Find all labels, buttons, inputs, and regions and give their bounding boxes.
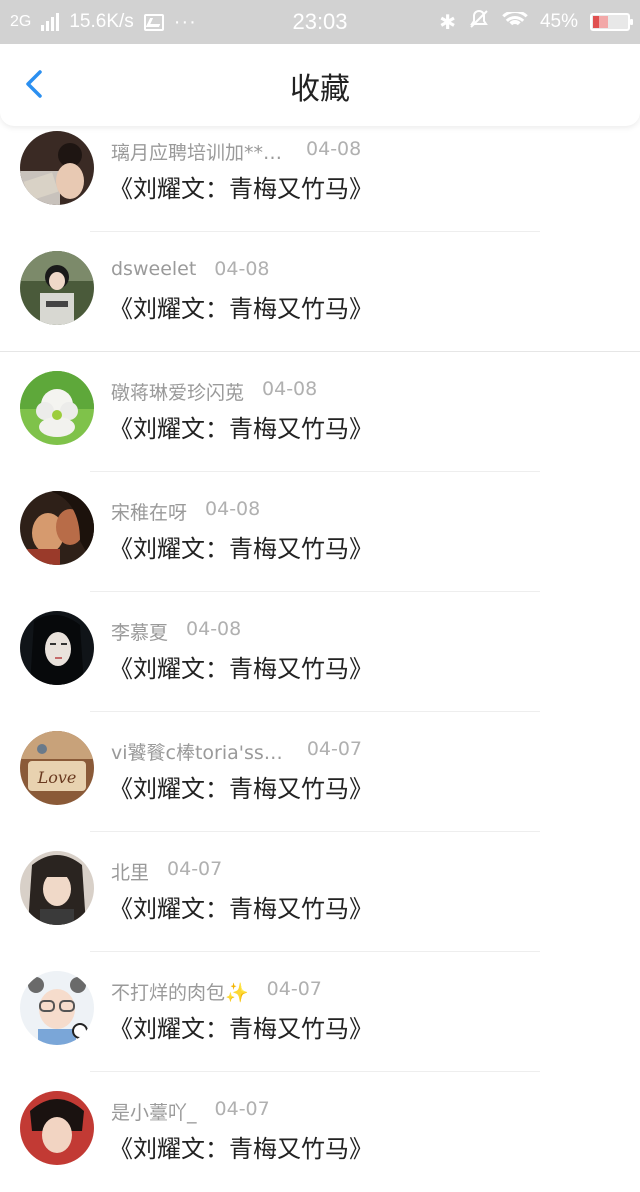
user-name[interactable]: 是小薹吖_ xyxy=(111,1098,197,1125)
avatar[interactable] xyxy=(20,851,94,925)
user-name[interactable]: 礅蒋琳爱珍闪莵 xyxy=(111,378,244,405)
favorite-date: 04-08 xyxy=(306,138,362,160)
favorite-title[interactable]: 《刘耀文：青梅又竹马》 xyxy=(109,889,373,924)
favorite-title[interactable]: 《刘耀文：青梅又竹马》 xyxy=(109,169,373,204)
list-item[interactable]: 璃月应聘培训加**… 04-08 《刘耀文：青梅又竹马》 xyxy=(0,112,640,232)
wifi-icon xyxy=(501,12,528,32)
favorite-title[interactable]: 《刘耀文：青梅又竹马》 xyxy=(109,1009,373,1044)
favorite-date: 04-07 xyxy=(167,858,223,880)
favorite-date: 04-08 xyxy=(262,378,318,400)
bluetooth-icon: ✱ xyxy=(439,11,456,34)
favorite-title[interactable]: 《刘耀文：青梅又竹马》 xyxy=(109,769,373,804)
battery-icon xyxy=(590,13,633,31)
favorite-title[interactable]: 《刘耀文：青梅又竹马》 xyxy=(109,1129,373,1164)
list-item[interactable]: 礅蒋琳爱珍闪莵 04-08 《刘耀文：青梅又竹马》 xyxy=(0,352,640,472)
favorite-date: 04-07 xyxy=(306,738,363,760)
favorite-date: 04-08 xyxy=(205,498,261,520)
avatar[interactable]: Love xyxy=(20,731,94,805)
user-name[interactable]: 李慕夏 xyxy=(111,618,168,645)
favorite-date: 04-08 xyxy=(214,258,270,280)
avatar[interactable] xyxy=(20,251,94,325)
battery-percent: 45% xyxy=(539,11,578,32)
list-item[interactable]: Love vi饕餮c棒toria'ss… 04-07 《刘耀文：青梅又竹马》 xyxy=(0,712,640,832)
list-item[interactable]: 宋稚在呀 04-08 《刘耀文：青梅又竹马》 xyxy=(0,472,640,592)
header-bar: 收藏 xyxy=(0,44,640,126)
user-name[interactable]: vi饕餮c棒toria'ss… xyxy=(111,738,283,765)
favorite-date: 04-07 xyxy=(266,978,322,1000)
status-bar: 2G 15.6K/s ··· 23:03 ✱ 45% xyxy=(0,0,640,44)
svg-text:Love: Love xyxy=(37,768,77,787)
avatar[interactable] xyxy=(20,971,94,1045)
user-name[interactable]: 璃月应聘培训加**… xyxy=(111,138,282,165)
user-name[interactable]: 不打烊的肉包✨ xyxy=(111,978,249,1005)
avatar[interactable] xyxy=(20,491,94,565)
list-item[interactable]: 北里 04-07 《刘耀文：青梅又竹马》 xyxy=(0,832,640,952)
user-name[interactable]: dsweelet xyxy=(111,258,196,280)
avatar[interactable] xyxy=(20,1091,94,1165)
user-name[interactable]: 宋稚在呀 xyxy=(111,498,187,525)
user-name[interactable]: 北里 xyxy=(111,858,149,885)
mute-icon xyxy=(468,8,490,36)
avatar[interactable] xyxy=(20,131,94,205)
list-item[interactable]: dsweelet 04-08 《刘耀文：青梅又竹马》 xyxy=(0,232,640,352)
favorite-title[interactable]: 《刘耀文：青梅又竹马》 xyxy=(109,529,373,564)
favorite-date: 04-07 xyxy=(214,1098,270,1120)
page-title: 收藏 xyxy=(290,72,350,107)
favorite-title[interactable]: 《刘耀文：青梅又竹马》 xyxy=(109,649,373,684)
favorite-title[interactable]: 《刘耀文：青梅又竹马》 xyxy=(109,409,373,444)
avatar[interactable] xyxy=(20,611,94,685)
list-item[interactable]: 李慕夏 04-08 《刘耀文：青梅又竹马》 xyxy=(0,592,640,712)
favorites-list: 璃月应聘培训加**… 04-08 《刘耀文：青梅又竹马》 dsweelet 04-0… xyxy=(0,126,640,1192)
favorite-date: 04-08 xyxy=(186,618,242,640)
list-item[interactable]: 不打烊的肉包✨ 04-07 《刘耀文：青梅又竹马》 xyxy=(0,952,640,1072)
avatar[interactable] xyxy=(20,371,94,445)
list-item[interactable]: 是小薹吖_ 04-07 《刘耀文：青梅又竹马》 xyxy=(0,1072,640,1192)
favorite-title[interactable]: 《刘耀文：青梅又竹马》 xyxy=(109,289,373,324)
